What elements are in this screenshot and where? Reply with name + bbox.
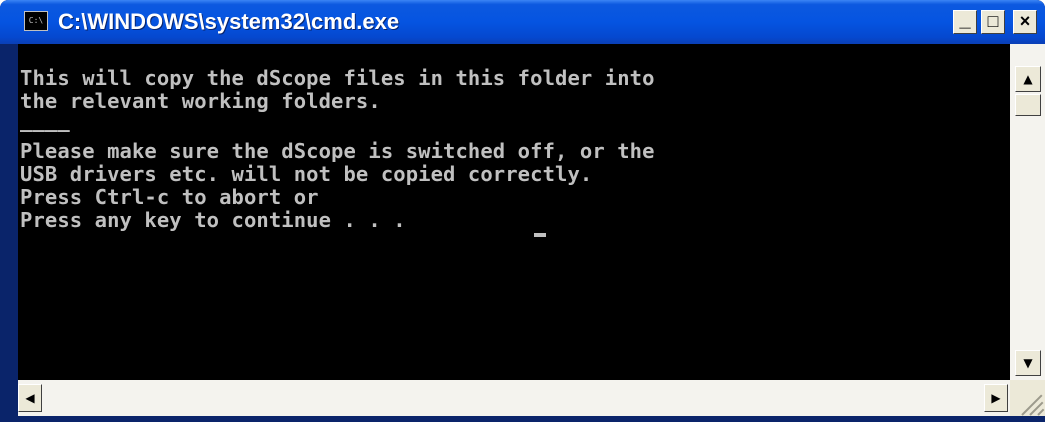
console-output[interactable]: This will copy the dScope files in this … (18, 44, 1010, 380)
console-line: USB drivers etc. will not be copied corr… (20, 162, 593, 186)
scroll-up-icon[interactable]: ▲ (1015, 66, 1041, 92)
cmd-icon[interactable]: C:\ (24, 11, 48, 31)
window-title: C:\WINDOWS\system32\cmd.exe (58, 9, 400, 34)
close-button[interactable]: × (1013, 10, 1037, 34)
console-line: Press any key to continue . . . (20, 208, 419, 232)
text-cursor (534, 233, 546, 237)
maximize-button[interactable]: □ (981, 10, 1005, 34)
vertical-scrollbar[interactable]: ▲ ▼ (1010, 44, 1045, 380)
grip-line (1037, 408, 1045, 416)
size-grip-icon[interactable] (1010, 380, 1045, 416)
horizontal-scrollbar[interactable]: ◀ ▶ (18, 380, 1010, 416)
console-line: Please make sure the dScope is switched … (20, 139, 655, 163)
console-line: ____ (20, 108, 70, 132)
console-line: Press Ctrl-c to abort or (20, 185, 319, 209)
console-line: the relevant working folders. (20, 89, 381, 113)
title-bar[interactable]: C:\ C:\WINDOWS\system32\cmd.exe _ □ × (0, 0, 1045, 44)
console-window: C:\ C:\WINDOWS\system32\cmd.exe _ □ × Th… (0, 0, 1045, 422)
minimize-button[interactable]: _ (953, 10, 977, 34)
scroll-left-icon[interactable]: ◀ (18, 384, 42, 412)
scroll-down-icon[interactable]: ▼ (1015, 350, 1041, 376)
scroll-right-icon[interactable]: ▶ (984, 384, 1008, 412)
window-frame (0, 416, 1045, 422)
vertical-scroll-thumb[interactable] (1015, 94, 1041, 116)
console-line: This will copy the dScope files in this … (20, 66, 655, 90)
